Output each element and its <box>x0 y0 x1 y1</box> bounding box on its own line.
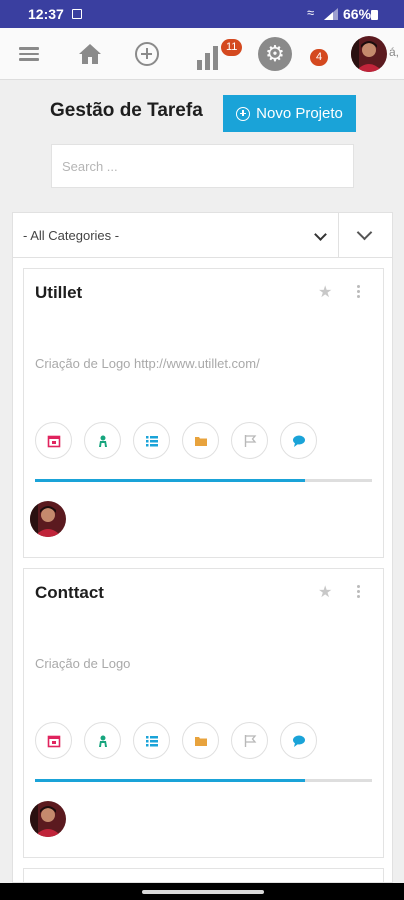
users-icon <box>98 435 107 447</box>
menu-button[interactable] <box>17 28 41 80</box>
calendar-button[interactable] <box>35 422 72 459</box>
project-title[interactable]: Conttact <box>35 583 104 603</box>
home-button[interactable] <box>77 28 103 80</box>
hamburger-icon <box>19 44 39 64</box>
members-button[interactable] <box>84 422 121 459</box>
home-gesture-handle[interactable] <box>142 890 264 894</box>
add-button[interactable] <box>134 28 160 80</box>
comments-button[interactable] <box>280 722 317 759</box>
bar-chart-icon <box>196 46 218 70</box>
top-navigation: ⚙ <box>0 28 404 80</box>
more-options-icon[interactable] <box>357 585 361 599</box>
tasks-button[interactable] <box>133 422 170 459</box>
list-icon <box>145 735 158 746</box>
category-filter: - All Categories - <box>12 212 393 258</box>
files-button[interactable] <box>182 422 219 459</box>
flag-icon <box>244 434 256 447</box>
project-description: Criação de Logo <box>35 656 131 671</box>
member-avatar[interactable] <box>30 501 66 537</box>
files-button[interactable] <box>182 722 219 759</box>
project-actions <box>35 722 317 759</box>
project-actions <box>35 422 317 459</box>
project-card[interactable] <box>23 868 384 882</box>
notifications-badge: 11 <box>221 39 243 56</box>
calendar-icon <box>47 435 60 447</box>
folder-icon <box>194 436 207 446</box>
comment-icon <box>292 735 305 747</box>
list-icon <box>145 435 158 446</box>
profile-button[interactable] <box>351 28 387 80</box>
status-bar: 12:37 ≈ 66% <box>0 0 404 28</box>
project-card[interactable]: Conttact ★ Criação de Logo <box>23 568 384 858</box>
flag-icon <box>244 734 256 747</box>
users-icon <box>98 735 107 747</box>
wifi-icon: ≈ <box>307 5 315 20</box>
tasks-button[interactable] <box>133 722 170 759</box>
comments-button[interactable] <box>280 422 317 459</box>
plus-circle-icon <box>236 106 251 121</box>
star-icon[interactable]: ★ <box>318 582 332 602</box>
milestones-button[interactable] <box>231 422 268 459</box>
gear-icon: ⚙ <box>258 37 292 71</box>
members-button[interactable] <box>84 722 121 759</box>
plus-circle-icon <box>135 42 159 66</box>
calendar-icon <box>47 735 60 747</box>
folder-icon <box>194 736 207 746</box>
home-icon <box>79 44 101 64</box>
milestones-button[interactable] <box>231 722 268 759</box>
comment-icon <box>292 435 305 447</box>
new-project-label: Novo Projeto <box>256 105 343 122</box>
project-title[interactable]: Utillet <box>35 283 82 303</box>
member-avatar[interactable] <box>30 801 66 837</box>
filter-toggle-button[interactable] <box>339 213 393 257</box>
stats-button[interactable] <box>191 28 223 80</box>
image-notification-icon <box>72 9 82 19</box>
project-description: Criação de Logo http://www.utillet.com/ <box>35 356 260 371</box>
page-title: Gestão de Tarefa <box>50 100 203 121</box>
project-card[interactable]: Utillet ★ Criação de Logo http://www.uti… <box>23 268 384 558</box>
new-project-button[interactable]: Novo Projeto <box>223 95 356 132</box>
project-progress-bar <box>35 479 372 482</box>
battery-icon <box>371 10 378 20</box>
category-select[interactable]: - All Categories - <box>13 213 338 257</box>
search-input[interactable] <box>51 144 354 188</box>
settings-button[interactable]: ⚙ <box>258 28 292 80</box>
calendar-button[interactable] <box>35 722 72 759</box>
category-selected-label: - All Categories - <box>23 227 120 243</box>
profile-name-truncated: á, <box>389 45 400 59</box>
alerts-badge: 4 <box>310 49 329 66</box>
project-progress-bar <box>35 779 372 782</box>
more-options-icon[interactable] <box>357 285 361 299</box>
chevron-down-icon <box>356 224 373 241</box>
battery-level: 66% <box>343 6 372 22</box>
project-list: Utillet ★ Criação de Logo http://www.uti… <box>12 258 393 883</box>
star-icon[interactable]: ★ <box>318 282 332 302</box>
status-time: 12:37 <box>28 6 64 22</box>
signal-icon <box>324 8 338 20</box>
system-navigation-bar <box>0 883 404 900</box>
avatar <box>351 36 387 72</box>
